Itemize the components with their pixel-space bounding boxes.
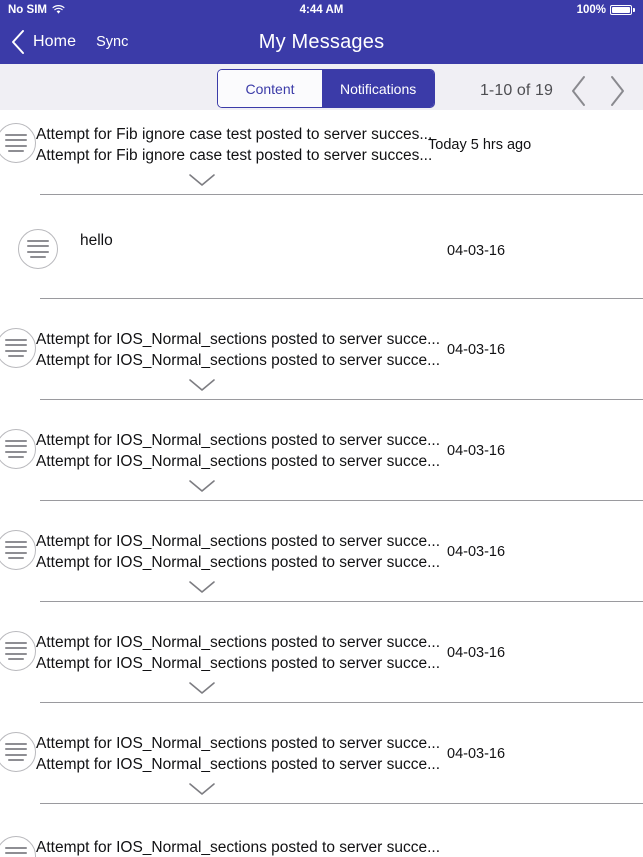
message-lines-icon xyxy=(0,530,36,570)
row-separator xyxy=(40,399,643,400)
message-line-2: Attempt for IOS_Normal_sections posted t… xyxy=(36,756,441,773)
status-bar: No SIM 4:44 AM 100% xyxy=(0,0,643,20)
message-expand-button[interactable] xyxy=(0,377,523,393)
row-separator xyxy=(40,601,643,602)
message-text-column: Attempt for Fib ignore case test posted … xyxy=(36,124,432,166)
message-row[interactable]: Attempt for Fib ignore case test posted … xyxy=(0,110,643,211)
message-text-column: Attempt for IOS_Normal_sections posted t… xyxy=(36,837,440,857)
message-date: 04-03-16 xyxy=(447,544,506,560)
message-list[interactable]: Attempt for Fib ignore case test posted … xyxy=(0,110,643,857)
wifi-icon xyxy=(52,5,65,15)
message-line-1: Attempt for IOS_Normal_sections posted t… xyxy=(36,839,441,856)
status-bar-right: 100% xyxy=(577,4,635,16)
message-row[interactable]: Attempt for IOS_Normal_sections posted t… xyxy=(0,618,643,719)
chevron-down-icon xyxy=(186,172,218,188)
chevron-down-icon xyxy=(186,680,218,696)
app-screen: No SIM 4:44 AM 100% Home Sync My Message… xyxy=(0,0,643,857)
status-bar-left: No SIM xyxy=(8,4,65,16)
row-separator xyxy=(40,298,643,299)
back-button[interactable]: Home xyxy=(10,29,76,55)
message-line-1: hello xyxy=(80,232,113,249)
message-line-2: Attempt for IOS_Normal_sections posted t… xyxy=(36,554,441,571)
message-expand-button[interactable] xyxy=(0,172,523,188)
message-text-column: Attempt for IOS_Normal_sections posted t… xyxy=(36,733,440,775)
chevron-left-icon xyxy=(10,29,26,55)
message-line-1: Attempt for IOS_Normal_sections posted t… xyxy=(36,634,441,651)
message-lines-icon xyxy=(18,229,58,269)
message-lines-icon xyxy=(0,732,36,772)
chevron-down-icon xyxy=(186,377,218,393)
carrier-label: No SIM xyxy=(8,4,47,16)
message-date: 04-03-16 xyxy=(447,342,506,358)
message-text-column: hello xyxy=(80,230,113,251)
segmented-control: Content Notifications xyxy=(217,69,436,108)
message-expand-button[interactable] xyxy=(0,579,523,595)
message-line-1: Attempt for IOS_Normal_sections posted t… xyxy=(36,735,441,752)
message-row[interactable]: hello 04-03-16 xyxy=(0,211,643,315)
sync-button[interactable]: Sync xyxy=(96,34,128,50)
message-date: 04-03-16 xyxy=(447,443,506,459)
message-date: 04-03-16 xyxy=(447,243,506,259)
row-separator xyxy=(40,702,643,703)
message-expand-button[interactable] xyxy=(0,680,523,696)
message-line-1: Attempt for IOS_Normal_sections posted t… xyxy=(36,331,441,348)
tab-content[interactable]: Content xyxy=(218,70,322,107)
message-line-2: Attempt for IOS_Normal_sections posted t… xyxy=(36,655,441,672)
pagination-prev-button[interactable] xyxy=(567,74,591,108)
message-line-1: Attempt for Fib ignore case test posted … xyxy=(36,126,433,143)
pagination-range-label: 1-10 of 19 xyxy=(479,81,553,99)
message-line-2: Attempt for Fib ignore case test posted … xyxy=(36,147,433,164)
message-line-2: Attempt for IOS_Normal_sections posted t… xyxy=(36,453,441,470)
message-text-column: Attempt for IOS_Normal_sections posted t… xyxy=(36,329,440,371)
pagination-next-button[interactable] xyxy=(605,74,629,108)
chevron-down-icon xyxy=(186,478,218,494)
message-line-1: Attempt for IOS_Normal_sections posted t… xyxy=(36,432,441,449)
message-text-column: Attempt for IOS_Normal_sections posted t… xyxy=(36,531,440,573)
message-text-column: Attempt for IOS_Normal_sections posted t… xyxy=(36,430,440,472)
message-lines-icon xyxy=(0,328,36,368)
chevron-down-icon xyxy=(186,781,218,797)
navigation-bar: Home Sync My Messages xyxy=(0,20,643,64)
message-expand-button[interactable] xyxy=(0,478,523,494)
message-expand-button[interactable] xyxy=(0,781,523,797)
message-date: Today 5 hrs ago xyxy=(428,137,532,153)
row-separator xyxy=(40,803,643,804)
row-separator xyxy=(40,194,643,195)
message-lines-icon xyxy=(0,123,36,163)
message-lines-icon xyxy=(0,429,36,469)
message-text-column: Attempt for IOS_Normal_sections posted t… xyxy=(36,632,440,674)
message-row[interactable]: Attempt for IOS_Normal_sections posted t… xyxy=(0,517,643,618)
battery-full-icon xyxy=(610,5,635,15)
message-row[interactable]: Attempt for IOS_Normal_sections posted t… xyxy=(0,719,643,820)
row-separator xyxy=(40,500,643,501)
battery-percent-label: 100% xyxy=(576,4,606,16)
message-date: 04-03-16 xyxy=(447,746,506,762)
message-row[interactable]: Attempt for IOS_Normal_sections posted t… xyxy=(0,820,643,857)
message-lines-icon xyxy=(0,836,36,857)
message-line-1: Attempt for IOS_Normal_sections posted t… xyxy=(36,533,441,550)
status-bar-clock: 4:44 AM xyxy=(299,4,344,16)
message-line-2: Attempt for IOS_Normal_sections posted t… xyxy=(36,352,441,369)
back-button-label: Home xyxy=(33,33,77,50)
message-lines-icon xyxy=(0,631,36,671)
message-row[interactable]: Attempt for IOS_Normal_sections posted t… xyxy=(0,315,643,416)
message-row[interactable]: Attempt for IOS_Normal_sections posted t… xyxy=(0,416,643,517)
message-date: 04-03-16 xyxy=(447,645,506,661)
chevron-down-icon xyxy=(186,579,218,595)
tab-notifications[interactable]: Notifications xyxy=(322,70,435,107)
